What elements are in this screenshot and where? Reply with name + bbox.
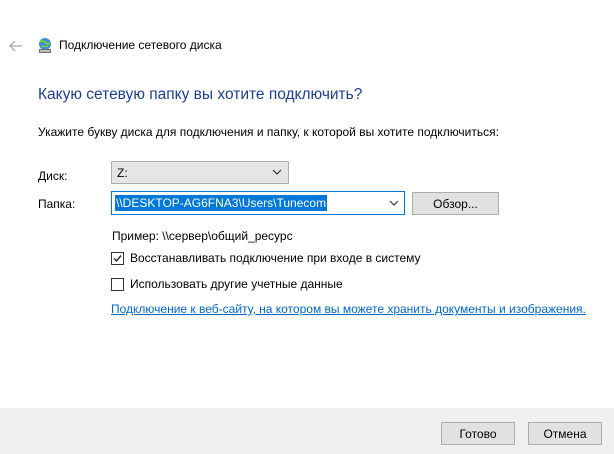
map-network-drive-dialog: Подключение сетевого диска Какую сетевую…: [0, 0, 614, 454]
reconnect-label: Восстанавливать подключение при входе в …: [130, 251, 421, 265]
other-credentials-checkbox-row[interactable]: Использовать другие учетные данные: [111, 276, 343, 292]
reconnect-checkbox-row[interactable]: Восстанавливать подключение при входе в …: [111, 250, 421, 266]
instruction-text: Укажите букву диска для подключения и па…: [38, 125, 499, 139]
finish-button[interactable]: Готово: [441, 422, 515, 445]
checkmark-icon: [113, 254, 122, 262]
window-title: Подключение сетевого диска: [59, 38, 222, 52]
back-button[interactable]: [5, 35, 27, 57]
other-credentials-checkbox[interactable]: [111, 277, 124, 291]
folder-label: Папка:: [38, 197, 76, 211]
website-connect-link[interactable]: Подключение к веб-сайту, на котором вы м…: [111, 302, 586, 316]
cancel-button[interactable]: Отмена: [528, 422, 602, 445]
folder-path-value: \\DESKTOP-AG6FNA3\Users\Tunecom: [115, 195, 328, 211]
other-credentials-label: Использовать другие учетные данные: [130, 277, 343, 291]
page-heading: Какую сетевую папку вы хотите подключить…: [38, 86, 363, 103]
drive-label: Диск:: [38, 169, 68, 183]
network-drive-icon: [39, 38, 51, 53]
chevron-down-icon[interactable]: [388, 197, 400, 209]
reconnect-checkbox[interactable]: [111, 251, 124, 265]
example-text: Пример: \\сервер\общий_ресурс: [112, 229, 293, 243]
chevron-down-icon: [272, 169, 282, 175]
title-row: Подключение сетевого диска: [0, 26, 614, 64]
browse-button[interactable]: Обзор...: [412, 192, 499, 215]
back-arrow-icon: [9, 40, 22, 52]
dialog-footer: Готово Отмена: [0, 408, 614, 454]
drive-letter-select[interactable]: Z:: [111, 161, 289, 184]
drive-letter-value: Z:: [117, 166, 128, 180]
folder-path-combobox[interactable]: \\DESKTOP-AG6FNA3\Users\Tunecom: [111, 191, 405, 215]
